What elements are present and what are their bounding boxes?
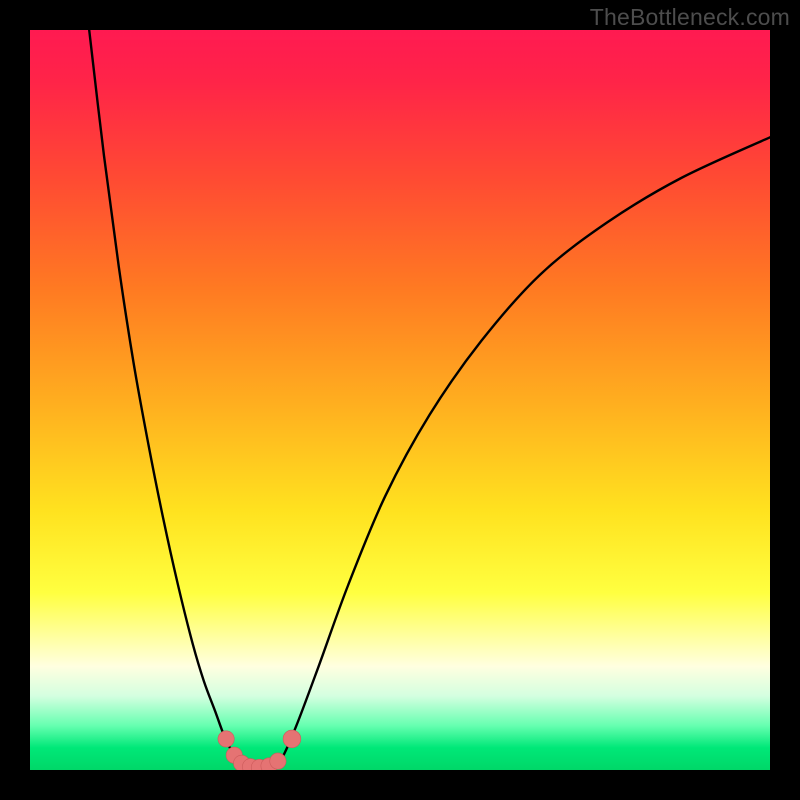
- data-marker: [218, 731, 234, 747]
- data-marker: [283, 730, 301, 748]
- data-marker: [270, 753, 286, 769]
- chart-frame: TheBottleneck.com: [0, 0, 800, 800]
- watermark-text: TheBottleneck.com: [590, 4, 790, 31]
- bottleneck-plot: [30, 30, 770, 770]
